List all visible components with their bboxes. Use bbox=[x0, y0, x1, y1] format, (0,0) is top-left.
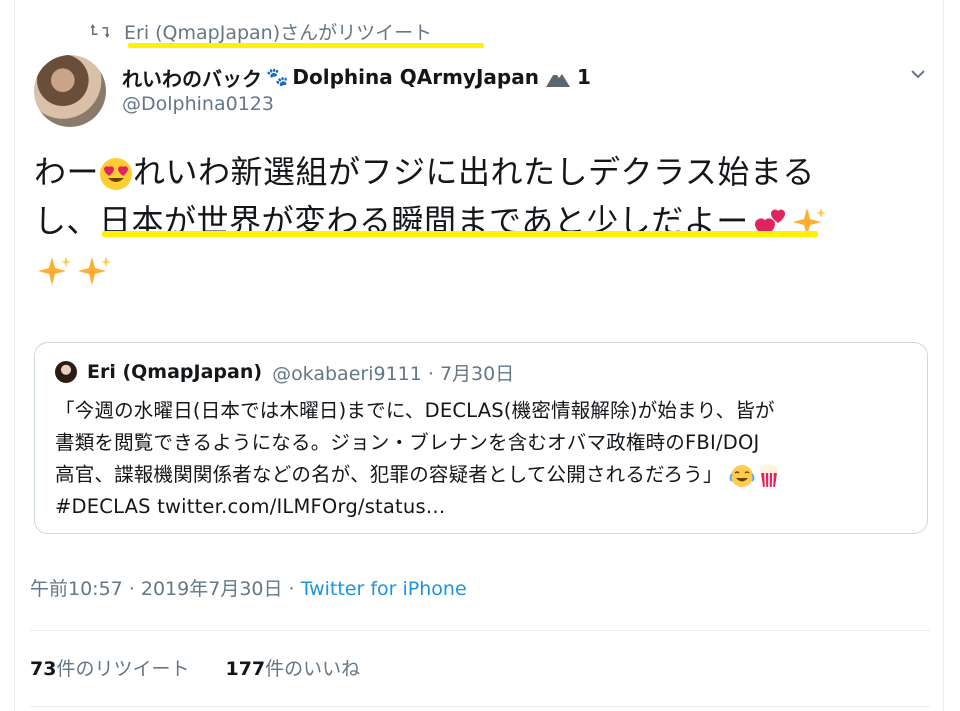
name-suffix: 1 bbox=[576, 65, 591, 89]
highlight-underline bbox=[102, 231, 818, 237]
tweet-line1-b: れいわ新選組がフジに出れたしデクラス始まる bbox=[133, 153, 815, 191]
likes-stat[interactable]: 177件のいいね bbox=[225, 654, 360, 681]
avatar[interactable] bbox=[34, 55, 106, 127]
timestamp[interactable]: 午前10:57 · 2019年7月30日 · bbox=[30, 578, 301, 600]
quoted-line: 「今週の水曜日(日本では木曜日)までに、DECLAS(機密情報解除)が始まり、皆… bbox=[55, 399, 775, 422]
display-name[interactable]: れいわのバック bbox=[122, 63, 262, 92]
author-name[interactable]: れいわのバック 🐾 Dolphina QArmyJapan 1 bbox=[122, 62, 591, 92]
sparkles-emoji bbox=[38, 257, 71, 285]
tweet-text: わー れいわ新選組がフジに出れたしデクラス始まる し、日本が世界が変わる瞬間まで… bbox=[34, 148, 914, 295]
source-link[interactable]: Twitter for iPhone bbox=[301, 578, 467, 600]
quoted-display-name[interactable]: Eri (QmapJapan) bbox=[87, 361, 262, 383]
quoted-avatar[interactable] bbox=[55, 361, 77, 383]
retweet-icon bbox=[90, 23, 110, 39]
tweet-stats: 73件のリツイート 177件のいいね bbox=[30, 654, 360, 681]
display-name-rest[interactable]: Dolphina QArmyJapan bbox=[292, 65, 539, 89]
divider bbox=[30, 706, 930, 707]
heart-eyes-emoji bbox=[100, 158, 133, 190]
retweets-stat[interactable]: 73件のリツイート bbox=[30, 654, 189, 681]
timestamp-row: 午前10:57 · 2019年7月30日 · Twitter for iPhon… bbox=[30, 574, 467, 601]
chevron-down-icon[interactable] bbox=[906, 64, 930, 84]
quoted-meta: @okabaeri9111 · 7月30日 bbox=[272, 362, 515, 385]
quoted-line-3: 高官、諜報機関関係者などの名が、犯罪の容疑者として公開されるだろう」 bbox=[55, 459, 915, 491]
tweet-line1-a: わー bbox=[34, 153, 100, 191]
tweet-line2-a: し、 bbox=[34, 202, 100, 240]
retweet-label[interactable]: Eri (QmapJapan)さんがリツイート bbox=[124, 18, 432, 45]
retweet-context[interactable]: Eri (QmapJapan)さんがリツイート bbox=[90, 16, 432, 46]
quoted-text: 「今週の水曜日(日本では木曜日)までに、DECLAS(機密情報解除)が始まり、皆… bbox=[55, 395, 915, 523]
sparkles-emoji bbox=[78, 257, 111, 285]
divider bbox=[30, 630, 930, 631]
highlight-underline bbox=[128, 43, 484, 48]
author-handle[interactable]: @Dolphina0123 bbox=[122, 93, 274, 115]
paw-prints-emoji: 🐾 bbox=[266, 66, 289, 88]
quoted-line[interactable]: #DECLAS twitter.com/ILMFOrg/status… bbox=[55, 491, 915, 523]
mountain-emoji bbox=[545, 72, 570, 87]
quoted-tweet-header: Eri (QmapJapan) @okabaeri9111 · 7月30日 bbox=[55, 357, 514, 387]
popcorn-emoji bbox=[759, 463, 778, 487]
quoted-line: 書類を閲覧できるようになる。ジョン・ブレナンを含むオバマ政権時のFBI/DOJ bbox=[55, 431, 760, 454]
joy-emoji bbox=[729, 464, 755, 487]
quoted-tweet[interactable]: Eri (QmapJapan) @okabaeri9111 · 7月30日 「今… bbox=[34, 342, 928, 534]
